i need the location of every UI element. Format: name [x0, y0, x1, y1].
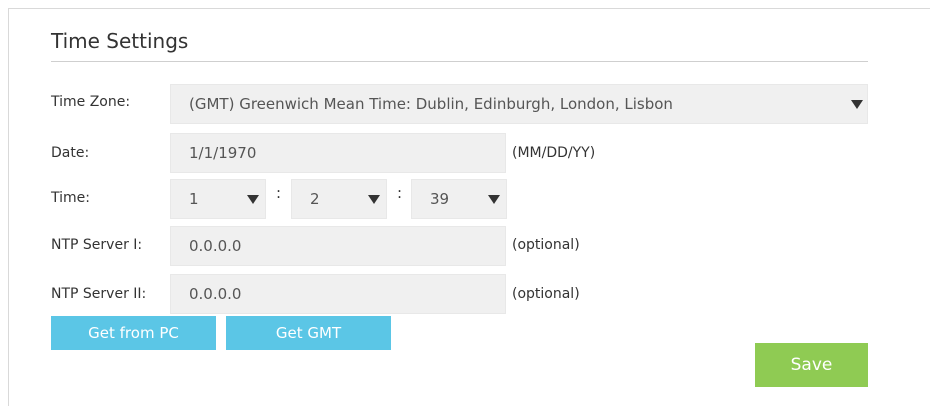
- hour-select[interactable]: 1: [170, 179, 266, 219]
- time-separator: :: [397, 184, 403, 202]
- minute-select[interactable]: 2: [291, 179, 387, 219]
- get-gmt-button[interactable]: Get GMT: [226, 316, 391, 350]
- caret-down-icon: [368, 195, 380, 204]
- ntp-server-2-value: 0.0.0.0: [189, 285, 242, 303]
- second-select[interactable]: 39: [411, 179, 507, 219]
- ntp-server-2-hint: (optional): [512, 286, 580, 302]
- caret-down-icon: [488, 195, 500, 204]
- minute-value: 2: [310, 190, 320, 208]
- ntp-server-1-hint: (optional): [512, 237, 580, 253]
- second-value: 39: [430, 190, 450, 208]
- time-zone-value: (GMT) Greenwich Mean Time: Dublin, Edinb…: [189, 95, 673, 113]
- ntp-server-2-label: NTP Server II:: [51, 286, 147, 302]
- ntp-server-2-field[interactable]: 0.0.0.0: [170, 274, 506, 314]
- save-button[interactable]: Save: [755, 343, 868, 387]
- time-separator: :: [276, 184, 282, 202]
- date-label: Date:: [51, 145, 90, 161]
- get-from-pc-button[interactable]: Get from PC: [51, 316, 216, 350]
- caret-down-icon: [247, 195, 259, 204]
- section-title: Time Settings: [51, 29, 189, 53]
- time-zone-label: Time Zone:: [51, 94, 131, 110]
- time-label: Time:: [51, 190, 90, 206]
- date-value: 1/1/1970: [189, 144, 257, 162]
- ntp-server-1-field[interactable]: 0.0.0.0: [170, 226, 506, 266]
- hour-value: 1: [189, 190, 199, 208]
- ntp-server-1-value: 0.0.0.0: [189, 237, 242, 255]
- date-format-hint: (MM/DD/YY): [512, 145, 596, 161]
- title-divider: [51, 61, 868, 62]
- ntp-server-1-label: NTP Server I:: [51, 237, 143, 253]
- time-zone-select[interactable]: (GMT) Greenwich Mean Time: Dublin, Edinb…: [170, 84, 868, 124]
- caret-down-icon: [851, 100, 863, 109]
- date-field[interactable]: 1/1/1970: [170, 133, 506, 173]
